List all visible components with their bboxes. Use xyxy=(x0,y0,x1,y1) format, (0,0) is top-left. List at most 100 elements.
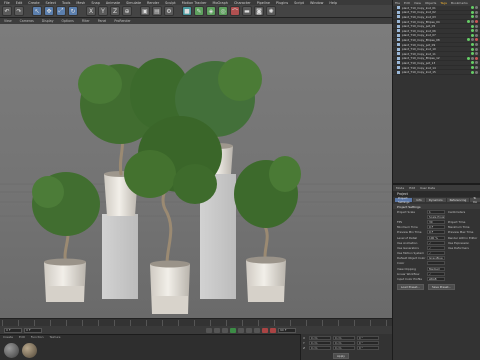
attribute-value-field[interactable]: Scale Project... xyxy=(427,214,445,219)
coord-position-field[interactable]: 0 cm xyxy=(309,341,331,345)
pen-icon[interactable]: ✎ xyxy=(194,6,204,16)
render-dot-icon[interactable] xyxy=(475,6,478,10)
render-dot-icon[interactable] xyxy=(475,70,478,74)
viewport-menu-item[interactable]: ProRender xyxy=(114,19,130,23)
coordinate-system-icon[interactable]: ⊕ xyxy=(122,6,132,16)
array-icon[interactable]: ◎ xyxy=(218,6,228,16)
object-row[interactable]: plant_T10_Copy_Inst_15 xyxy=(393,70,480,75)
visibility-check-icon[interactable] xyxy=(471,24,474,28)
menu-item[interactable]: Window xyxy=(310,1,323,5)
go-to-start-icon[interactable] xyxy=(206,327,212,333)
render-dot-icon[interactable] xyxy=(471,20,474,24)
render-dot-icon[interactable] xyxy=(475,33,478,37)
render-dot-icon[interactable] xyxy=(471,38,474,42)
menu-item[interactable]: Sculpt xyxy=(165,1,176,5)
attribute-value-field[interactable] xyxy=(427,261,445,266)
render-dot-icon[interactable] xyxy=(471,56,474,60)
scale-icon[interactable]: ⤢ xyxy=(56,6,66,16)
visibility-check-icon[interactable] xyxy=(471,47,474,51)
autokey-icon[interactable] xyxy=(270,327,276,333)
render-dot-icon[interactable] xyxy=(475,52,478,56)
visibility-check-icon[interactable] xyxy=(471,10,474,14)
visibility-check-icon[interactable] xyxy=(471,66,474,70)
attribute-tab[interactable]: Referencing xyxy=(446,198,470,202)
material-tag-icon[interactable] xyxy=(475,56,478,60)
menu-item[interactable]: Mesh xyxy=(76,1,85,5)
object-manager-menu-item[interactable]: Tags xyxy=(440,1,447,5)
render-dot-icon[interactable] xyxy=(475,61,478,65)
attribute-tab[interactable]: Project Settings xyxy=(395,196,413,204)
attribute-value-field[interactable]: ✓ xyxy=(427,240,445,245)
live-selection-icon[interactable]: ↖ xyxy=(32,6,42,16)
coord-size-field[interactable]: 0 cm xyxy=(333,346,355,350)
current-frame-field[interactable]: 0 F xyxy=(24,327,42,333)
previous-key-icon[interactable] xyxy=(214,327,220,333)
attribute-menu-item[interactable]: Mode xyxy=(396,186,404,190)
subdivision-icon[interactable]: ◈ xyxy=(206,6,216,16)
attribute-tab[interactable]: Info xyxy=(413,198,425,202)
light-icon[interactable]: ✺ xyxy=(266,6,276,16)
attribute-value-field[interactable]: sRGB xyxy=(427,277,445,282)
menu-item[interactable]: Plugins xyxy=(276,1,288,5)
undo-icon[interactable]: ↶ xyxy=(2,6,12,16)
rotate-icon[interactable]: ↻ xyxy=(68,6,78,16)
visibility-check-icon[interactable] xyxy=(471,61,474,65)
attribute-value-field[interactable]: ✓ xyxy=(427,251,445,256)
visibility-check-icon[interactable] xyxy=(471,6,474,10)
cube-icon[interactable]: ■ xyxy=(182,6,192,16)
attribute-value-field[interactable]: 30 xyxy=(427,219,445,224)
visibility-check-icon[interactable] xyxy=(471,70,474,74)
attribute-value-field[interactable]: 100 % xyxy=(427,235,445,240)
viewport-menu-item[interactable]: Cameras xyxy=(20,19,34,23)
viewport-menu-item[interactable]: Filter xyxy=(82,19,90,23)
coord-position-field[interactable]: 0 cm xyxy=(309,336,331,340)
menu-item[interactable]: Tools xyxy=(62,1,70,5)
viewport-menu-item[interactable]: View xyxy=(4,19,12,23)
material-tag-icon[interactable] xyxy=(475,38,478,42)
render-dot-icon[interactable] xyxy=(475,15,478,19)
object-manager-menu-item[interactable]: Objects xyxy=(425,1,436,5)
material-menu-item[interactable]: Function xyxy=(31,335,44,340)
render-dot-icon[interactable] xyxy=(475,10,478,14)
menu-item[interactable]: Character xyxy=(234,1,251,5)
end-frame-field[interactable]: 90 F xyxy=(278,327,296,333)
camera-icon[interactable]: ◙ xyxy=(254,6,264,16)
menu-item[interactable]: Select xyxy=(46,1,56,5)
render-view-icon[interactable]: ▣ xyxy=(140,6,150,16)
record-icon[interactable] xyxy=(262,327,268,333)
attribute-tab[interactable]: To Do xyxy=(470,196,480,204)
attribute-menu-item[interactable]: Edit xyxy=(409,186,415,190)
apply-button[interactable]: Apply xyxy=(333,353,349,359)
viewport-menu-item[interactable]: Display xyxy=(42,19,54,23)
object-manager-menu-item[interactable]: Bookmarks xyxy=(451,1,468,5)
attribute-value-field[interactable]: Gray-Blue xyxy=(427,256,445,261)
attribute-value-field[interactable]: ✓ xyxy=(427,245,445,250)
visibility-check-icon[interactable] xyxy=(471,15,474,19)
menu-item[interactable]: Render xyxy=(147,1,159,5)
visibility-check-icon[interactable] xyxy=(467,38,470,42)
redo-icon[interactable]: ↷ xyxy=(14,6,24,16)
render-dot-icon[interactable] xyxy=(475,43,478,47)
viewport-menu-item[interactable]: Options xyxy=(62,19,74,23)
visibility-check-icon[interactable] xyxy=(467,20,470,24)
bend-icon[interactable]: ⌒ xyxy=(230,6,240,16)
menu-item[interactable]: Create xyxy=(28,1,39,5)
coord-size-field[interactable]: 0 cm xyxy=(333,336,355,340)
visibility-check-icon[interactable] xyxy=(471,52,474,56)
visibility-check-icon[interactable] xyxy=(471,43,474,47)
attribute-value-field[interactable]: ✓ xyxy=(427,271,445,276)
menu-item[interactable]: Snap xyxy=(91,1,100,5)
attribute-menu-item[interactable]: User Data xyxy=(420,186,435,190)
attribute-value-field[interactable]: 0 F xyxy=(427,225,445,230)
menu-item[interactable]: File xyxy=(4,1,10,5)
x-axis-icon[interactable]: X xyxy=(86,6,96,16)
play-icon[interactable] xyxy=(230,327,236,333)
render-dot-icon[interactable] xyxy=(475,24,478,28)
menu-item[interactable]: Simulate xyxy=(126,1,141,5)
go-to-end-icon[interactable] xyxy=(254,327,260,333)
coord-rotation-field[interactable]: 0 ° xyxy=(357,346,379,350)
render-dot-icon[interactable] xyxy=(475,29,478,33)
render-settings-icon[interactable]: ⚙ xyxy=(164,6,174,16)
render-picture-viewer-icon[interactable]: ▤ xyxy=(152,6,162,16)
render-dot-icon[interactable] xyxy=(475,47,478,51)
